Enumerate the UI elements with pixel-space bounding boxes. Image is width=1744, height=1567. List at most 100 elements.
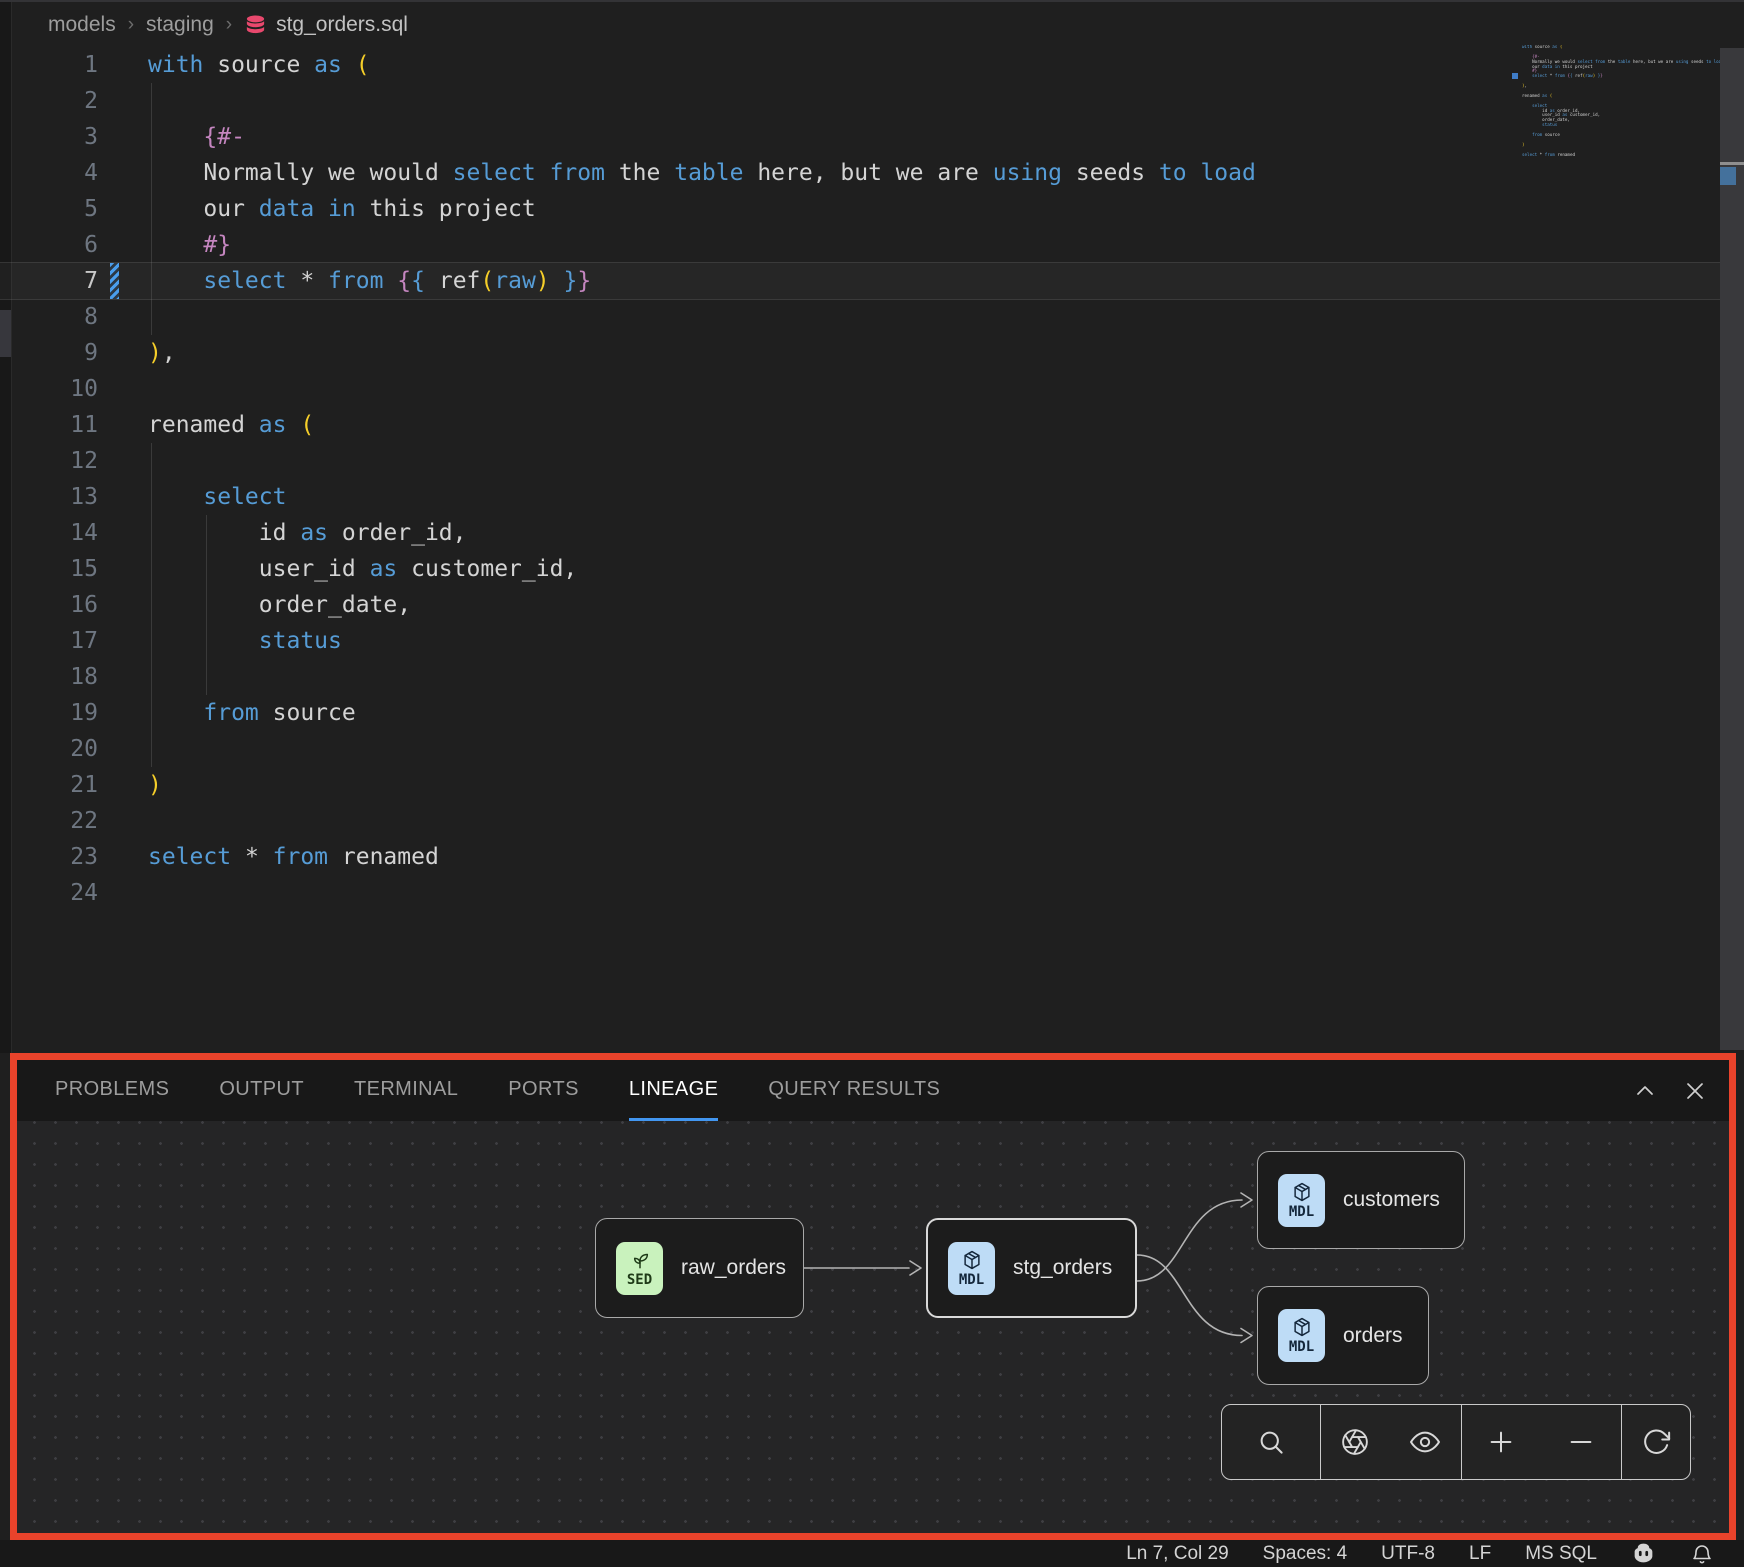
line-number[interactable]: 9 <box>0 340 98 366</box>
panel-tab-terminal[interactable]: TERMINAL <box>354 1060 458 1121</box>
panel-tab-problems[interactable]: PROBLEMS <box>55 1060 169 1121</box>
line-number[interactable]: 10 <box>0 376 98 402</box>
gutter-decoration <box>98 587 148 623</box>
line-number[interactable]: 7 <box>0 268 98 294</box>
code-line[interactable]: 24 <box>0 875 1744 911</box>
code-line[interactable]: 13 select <box>0 479 1744 515</box>
code-line[interactable]: 16 order_date, <box>0 587 1744 623</box>
panel-tab-output[interactable]: OUTPUT <box>219 1060 304 1121</box>
gutter-decoration <box>98 659 148 695</box>
gutter-decoration <box>98 119 148 155</box>
refresh-icon[interactable] <box>1641 1427 1671 1457</box>
search-icon[interactable] <box>1256 1427 1286 1457</box>
line-number[interactable]: 21 <box>0 772 98 798</box>
code-line[interactable]: 17 status <box>0 623 1744 659</box>
code-line[interactable]: 18 <box>0 659 1744 695</box>
breadcrumb-file[interactable]: stg_orders.sql <box>244 13 408 37</box>
code-line[interactable]: 10 <box>0 371 1744 407</box>
code-line[interactable]: 15 user_id as customer_id, <box>0 551 1744 587</box>
code-line[interactable]: 9), <box>0 335 1744 371</box>
line-number[interactable]: 5 <box>0 196 98 222</box>
breadcrumb-separator: › <box>226 14 232 36</box>
gutter-decoration <box>98 155 148 191</box>
breadcrumb-folder[interactable]: staging <box>146 13 214 37</box>
line-number[interactable]: 17 <box>0 628 98 654</box>
code-line[interactable]: 19 from source <box>0 695 1744 731</box>
line-number[interactable]: 8 <box>0 304 98 330</box>
gutter-decoration <box>98 407 148 443</box>
line-number[interactable]: 2 <box>0 88 98 114</box>
lineage-node-orders[interactable]: MDLorders <box>1257 1286 1429 1385</box>
lineage-node-stg_orders[interactable]: MDLstg_orders <box>926 1218 1137 1318</box>
code-line[interactable]: 14 id as order_id, <box>0 515 1744 551</box>
breadcrumb-separator: › <box>128 14 134 36</box>
lineage-node-customers[interactable]: MDLcustomers <box>1257 1151 1465 1249</box>
zoom-out-icon[interactable] <box>1566 1427 1596 1457</box>
eye-icon[interactable] <box>1409 1426 1441 1458</box>
gutter-decoration <box>98 731 148 767</box>
node-label: orders <box>1343 1324 1403 1348</box>
code-line[interactable]: 21) <box>0 767 1744 803</box>
toolbar-cell-zoom <box>1462 1405 1623 1479</box>
code-text: user_id as customer_id, <box>148 556 577 582</box>
line-number[interactable]: 11 <box>0 412 98 438</box>
editor-scrollbar[interactable] <box>1720 48 1744 1050</box>
line-number[interactable]: 22 <box>0 808 98 834</box>
code-line[interactable]: 12 <box>0 443 1744 479</box>
line-number[interactable]: 12 <box>0 448 98 474</box>
zoom-in-icon[interactable] <box>1486 1427 1516 1457</box>
code-line[interactable]: 5 our data in this project <box>0 191 1744 227</box>
aperture-icon[interactable] <box>1340 1427 1370 1457</box>
line-number[interactable]: 24 <box>0 880 98 906</box>
line-number[interactable]: 1 <box>0 52 98 78</box>
status-item-ms-sql[interactable]: MS SQL <box>1525 1543 1597 1565</box>
line-number[interactable]: 20 <box>0 736 98 762</box>
line-number[interactable]: 16 <box>0 592 98 618</box>
code-line[interactable]: 6 #} <box>0 227 1744 263</box>
code-area[interactable]: 1with source as ( 2 3 {#-4 Normally we wou… <box>0 47 1744 911</box>
bell-icon[interactable] <box>1690 1542 1714 1566</box>
database-icon <box>244 14 267 37</box>
panel-window-controls <box>1633 1060 1707 1121</box>
line-number[interactable]: 3 <box>0 124 98 150</box>
code-line[interactable]: 2 <box>0 83 1744 119</box>
code-line[interactable]: 1with source as ( <box>0 47 1744 83</box>
code-line[interactable]: 22 <box>0 803 1744 839</box>
panel-tab-ports[interactable]: PORTS <box>508 1060 579 1121</box>
status-item-spaces-4[interactable]: Spaces: 4 <box>1263 1543 1348 1565</box>
lineage-graph-canvas[interactable]: SEDraw_orders MDLstg_orders MDLcustomers… <box>17 1121 1729 1533</box>
panel-tab-query-results[interactable]: QUERY RESULTS <box>768 1060 940 1121</box>
gutter-decoration <box>98 839 148 875</box>
breadcrumb-root[interactable]: models <box>48 13 116 37</box>
status-item-ln-7-col-29[interactable]: Ln 7, Col 29 <box>1126 1543 1228 1565</box>
panel-tab-lineage[interactable]: LINEAGE <box>629 1060 719 1121</box>
line-number[interactable]: 14 <box>0 520 98 546</box>
code-line[interactable]: 23select * from renamed <box>0 839 1744 875</box>
line-number[interactable]: 15 <box>0 556 98 582</box>
line-number[interactable]: 4 <box>0 160 98 186</box>
code-line[interactable]: 4 Normally we would select from the tabl… <box>0 155 1744 191</box>
gutter-decoration <box>98 551 148 587</box>
status-item-utf-8[interactable]: UTF-8 <box>1381 1543 1435 1565</box>
line-number[interactable]: 13 <box>0 484 98 510</box>
code-line[interactable]: 7 select * from {{ ref(raw) }} <box>0 263 1744 299</box>
gutter-decoration <box>98 83 148 119</box>
code-editor[interactable]: models › staging › stg_orders.sql 1with … <box>0 0 1744 1053</box>
gutter-decoration <box>98 803 148 839</box>
lineage-node-raw_orders[interactable]: SEDraw_orders <box>595 1218 804 1318</box>
code-line[interactable]: 11renamed as ( <box>0 407 1744 443</box>
copilot-icon[interactable] <box>1631 1541 1656 1566</box>
code-line[interactable]: 8 <box>0 299 1744 335</box>
line-number[interactable]: 23 <box>0 844 98 870</box>
chevron-up-icon[interactable] <box>1633 1079 1657 1103</box>
line-number[interactable]: 18 <box>0 664 98 690</box>
code-line[interactable]: 3 {#- <box>0 119 1744 155</box>
status-item-lf[interactable]: LF <box>1469 1543 1491 1565</box>
line-number[interactable]: 19 <box>0 700 98 726</box>
minimap[interactable]: with source as ( {#- Normally we would s… <box>1522 45 1720 175</box>
breadcrumb[interactable]: models › staging › stg_orders.sql <box>48 8 408 42</box>
code-line[interactable]: 20 <box>0 731 1744 767</box>
line-number[interactable]: 6 <box>0 232 98 258</box>
node-type-badge: SED <box>616 1242 663 1295</box>
close-icon[interactable] <box>1683 1079 1707 1103</box>
